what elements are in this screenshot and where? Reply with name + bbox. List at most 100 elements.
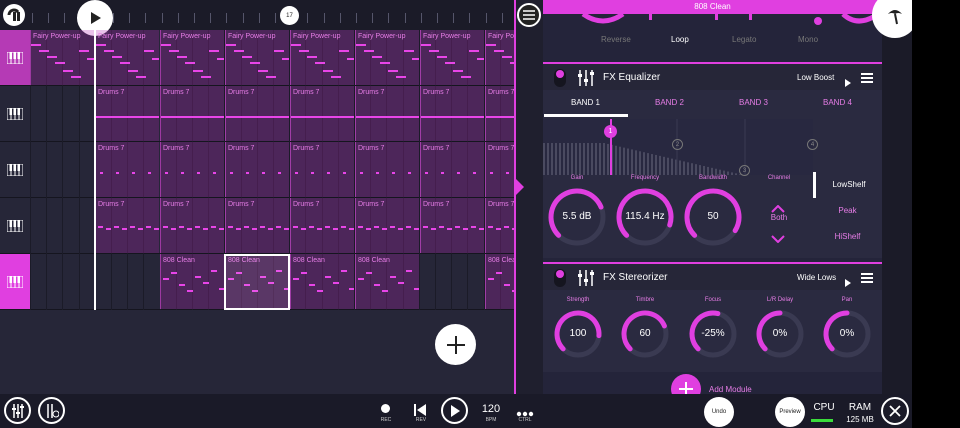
mode-legato[interactable]: Legato xyxy=(732,35,756,44)
clip[interactable]: Drums 7 xyxy=(95,142,159,197)
preset-next-icon[interactable] xyxy=(845,274,851,292)
track-lane-4[interactable]: Drums 7 Drums 7 Drums 7 Drums 7 Drums 7 Drums… xyxy=(30,198,514,254)
track-header-4[interactable] xyxy=(0,198,30,254)
power-toggle-icon[interactable] xyxy=(553,268,567,293)
app-logo-icon[interactable] xyxy=(3,4,25,26)
clip[interactable]: Fairy Power-up xyxy=(355,30,419,85)
clip[interactable]: Fairy Power-up xyxy=(30,30,94,85)
collapse-arrow-icon[interactable] xyxy=(515,178,524,196)
filter-peak[interactable]: Peak xyxy=(813,206,882,215)
knob-value: 50 xyxy=(707,211,719,222)
clip[interactable]: Drums 7 xyxy=(95,198,159,253)
eq-point-1[interactable]: 1 xyxy=(604,125,617,138)
clip[interactable]: 808 Clean xyxy=(160,254,224,309)
track-header-2[interactable] xyxy=(0,86,30,142)
tab-band-4[interactable]: BAND 4 xyxy=(823,98,852,107)
track-lane-2[interactable]: Drums 7 Drums 7 Drums 7 Drums 7 Drums 7 Drums… xyxy=(30,86,514,142)
playhead-line[interactable] xyxy=(94,30,96,310)
clip[interactable]: Drums 7 xyxy=(355,198,419,253)
tab-band-3[interactable]: BAND 3 xyxy=(739,98,768,107)
note xyxy=(315,62,325,64)
clip[interactable]: Drums 7 xyxy=(485,142,514,197)
play-button[interactable] xyxy=(441,397,468,424)
fx-equalizer-preset[interactable]: Low Boost xyxy=(797,73,834,82)
bar-marker[interactable]: 17 xyxy=(280,6,299,25)
piano-roll-icon xyxy=(7,163,23,176)
eq-graph[interactable]: 1 2 3 xyxy=(543,119,813,176)
selected-clip-box[interactable] xyxy=(224,254,290,310)
note xyxy=(152,58,159,60)
add-module-label[interactable]: Add Module xyxy=(709,385,752,394)
add-module-button[interactable] xyxy=(671,374,701,394)
clip[interactable]: Drums 7 xyxy=(355,142,419,197)
power-toggle-icon[interactable] xyxy=(553,68,567,93)
module-menu-icon[interactable] xyxy=(861,273,873,283)
clip[interactable]: Fairy Power-up xyxy=(485,30,514,85)
clip[interactable]: Drums 7 xyxy=(420,142,484,197)
clip[interactable]: Drums 7 xyxy=(485,198,514,253)
channel-down-icon[interactable] xyxy=(771,230,785,248)
add-track-button[interactable] xyxy=(435,324,476,365)
piano-roll-icon xyxy=(7,51,23,64)
module-menu-icon[interactable] xyxy=(861,73,873,83)
clip[interactable]: Fairy Power-up xyxy=(420,30,484,85)
clip[interactable]: 808 Clean xyxy=(290,254,354,309)
eq-point-4[interactable]: 4 xyxy=(807,139,818,150)
eq-bar xyxy=(647,153,649,175)
mode-loop[interactable]: Loop xyxy=(671,35,689,44)
clip[interactable]: Drums 7 xyxy=(290,142,354,197)
fx-stereorizer-preset[interactable]: Wide Lows xyxy=(797,273,836,282)
record-icon[interactable] xyxy=(381,404,390,413)
undo-button[interactable]: Undo xyxy=(704,397,734,427)
preview-button[interactable]: Preview xyxy=(775,397,805,427)
clip[interactable]: Drums 7 xyxy=(420,86,484,141)
clip[interactable]: Drums 7 xyxy=(225,142,289,197)
eq-point-2[interactable]: 2 xyxy=(672,139,683,150)
clip[interactable]: 808 Clean xyxy=(485,254,514,309)
panel-divider[interactable] xyxy=(514,0,516,394)
clip-name: Drums 7 xyxy=(358,145,385,152)
bpm-value[interactable]: 120 xyxy=(476,403,506,415)
clip-name: Drums 7 xyxy=(293,201,320,208)
clip[interactable]: Drums 7 xyxy=(420,198,484,253)
note xyxy=(496,272,502,274)
note xyxy=(447,228,452,230)
clip[interactable]: Drums 7 xyxy=(355,86,419,141)
note xyxy=(486,44,496,46)
clip[interactable]: 808 Clean xyxy=(355,254,419,309)
mode-reverse[interactable]: Reverse xyxy=(601,35,631,44)
track-header-3[interactable] xyxy=(0,142,30,198)
clip[interactable]: Drums 7 xyxy=(485,86,514,141)
clip[interactable]: Fairy Power-up xyxy=(225,30,289,85)
filter-lowshelf[interactable]: LowShelf xyxy=(813,172,882,198)
track-header-1[interactable] xyxy=(0,30,30,86)
clip[interactable]: Fairy Power-up xyxy=(160,30,224,85)
clip[interactable]: Drums 7 xyxy=(95,86,159,141)
track-lane-1[interactable]: Fairy Power-up Fairy Power-up Fairy Power-… xyxy=(30,30,514,86)
preset-next-icon[interactable] xyxy=(845,74,851,92)
clip[interactable]: Drums 7 xyxy=(160,198,224,253)
track-lane-3[interactable]: Drums 7 Drums 7 Drums 7 Drums 7 Drums 7 Drums… xyxy=(30,142,514,198)
note xyxy=(477,58,484,60)
mode-mono[interactable]: Mono xyxy=(798,35,818,44)
note xyxy=(242,56,252,58)
clip[interactable]: Drums 7 xyxy=(160,86,224,141)
note xyxy=(120,62,130,64)
mixer-settings-button[interactable] xyxy=(38,397,65,424)
menu-button[interactable] xyxy=(517,3,541,27)
clip[interactable]: Fairy Power-up xyxy=(95,30,159,85)
tab-band-1[interactable]: BAND 1 xyxy=(571,98,600,107)
tab-band-2[interactable]: BAND 2 xyxy=(655,98,684,107)
clip[interactable]: Drums 7 xyxy=(225,198,289,253)
clip[interactable]: Drums 7 xyxy=(160,142,224,197)
filter-hishelf[interactable]: HiShelf xyxy=(813,232,882,241)
clip[interactable]: Drums 7 xyxy=(290,198,354,253)
close-button[interactable] xyxy=(881,397,909,425)
ruler-tick xyxy=(177,13,179,23)
mixer-button[interactable] xyxy=(4,397,31,424)
channel-value[interactable]: Both xyxy=(744,213,814,222)
clip[interactable]: Drums 7 xyxy=(290,86,354,141)
clip[interactable]: Drums 7 xyxy=(225,86,289,141)
track-header-5[interactable] xyxy=(0,254,30,310)
clip[interactable]: Fairy Power-up xyxy=(290,30,354,85)
